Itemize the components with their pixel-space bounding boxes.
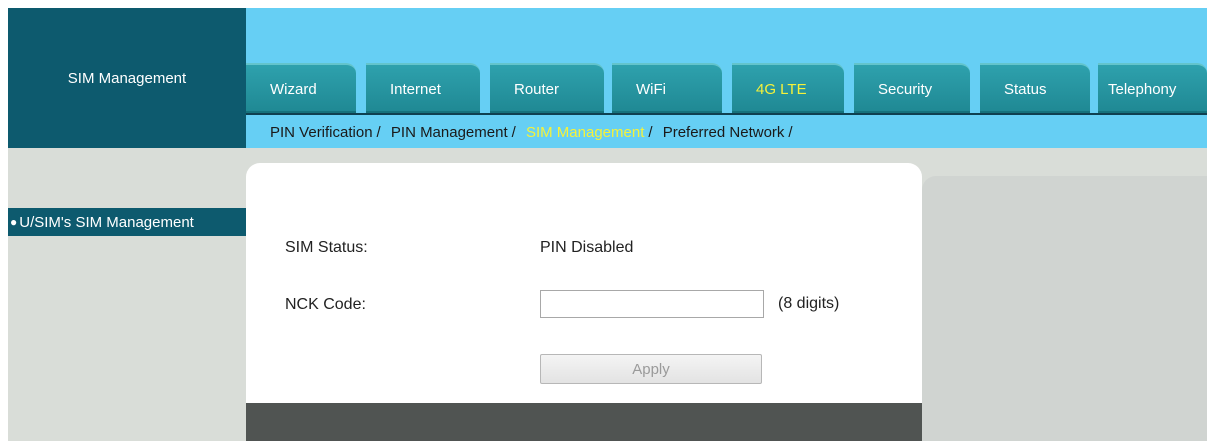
tab-router[interactable]: Router xyxy=(490,63,604,113)
tab-wizard[interactable]: Wizard xyxy=(246,63,356,113)
tab-status[interactable]: Status xyxy=(980,63,1090,113)
main-tabs: Wizard Internet Router WiFi 4G LTE Secur… xyxy=(246,63,1207,115)
sim-status-label: SIM Status: xyxy=(285,239,368,256)
subnav-separator: / xyxy=(511,124,516,141)
tab-security[interactable]: Security xyxy=(854,63,970,113)
card-footer-bar xyxy=(246,403,922,441)
tab-internet[interactable]: Internet xyxy=(366,63,480,113)
subnav-pin-management[interactable]: PIN Management xyxy=(391,124,508,141)
tab-telephony[interactable]: Telephony xyxy=(1098,63,1207,113)
page-frame: SIM Management Wizard Internet Router Wi… xyxy=(8,8,1207,441)
subnav-preferred-network[interactable]: Preferred Network xyxy=(663,124,785,141)
subnav-separator: / xyxy=(788,124,793,141)
subnav-sim-management[interactable]: SIM Management xyxy=(526,124,644,141)
subnav-separator: / xyxy=(648,124,653,141)
subnav-pin-verification[interactable]: PIN Verification xyxy=(270,124,373,141)
tab-4g-lte[interactable]: 4G LTE xyxy=(732,63,844,113)
sim-status-value: PIN Disabled xyxy=(540,239,634,256)
nck-code-input[interactable] xyxy=(540,290,764,318)
page-title: SIM Management xyxy=(8,8,246,148)
tab-wifi[interactable]: WiFi xyxy=(612,63,722,113)
apply-button[interactable]: Apply xyxy=(540,354,762,384)
subnav-separator: / xyxy=(376,124,381,141)
tabs-underline xyxy=(246,113,1207,115)
sidebar-item-label: U/SIM's SIM Management xyxy=(19,213,194,231)
nck-code-label: NCK Code: xyxy=(285,296,366,313)
nck-code-hint: (8 digits) xyxy=(778,295,840,312)
bullet-icon: ● xyxy=(10,215,18,229)
right-panel xyxy=(922,176,1207,441)
sub-navigation: PIN Verification / PIN Management / SIM Ma… xyxy=(270,124,799,141)
sidebar-item-sim-management[interactable]: ● U/SIM's SIM Management xyxy=(8,208,248,236)
